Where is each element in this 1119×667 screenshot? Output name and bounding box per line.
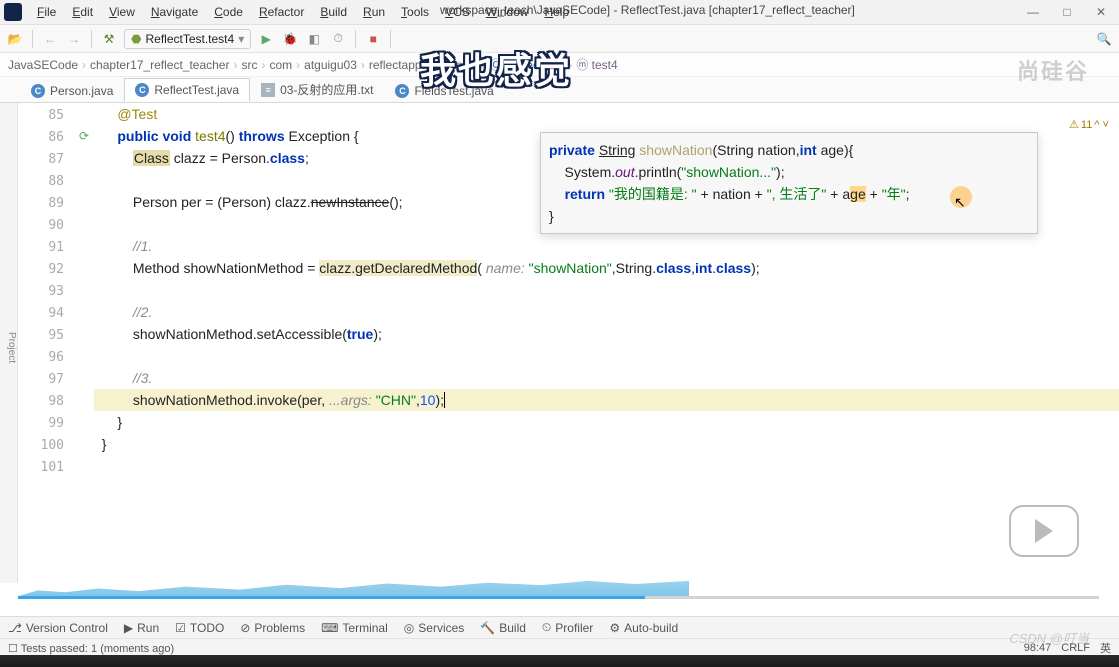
run-gutter-icon[interactable]: ⟳	[79, 129, 89, 143]
tool-problems[interactable]: ⊘ Problems	[240, 621, 305, 635]
tab-reflecttest[interactable]: CReflectTest.java	[124, 78, 250, 102]
status-tests: ☐ Tests passed: 1 (moments ago)	[8, 642, 174, 655]
run-config-label: ReflectTest.test4	[145, 32, 234, 46]
menu-tools[interactable]: Tools	[394, 3, 436, 21]
tool-todo[interactable]: ☑ TODO	[175, 621, 224, 635]
run-config-selector[interactable]: ⬣ ReflectTest.test4 ▾	[124, 29, 251, 49]
profile-button[interactable]: ⏱	[329, 30, 347, 48]
gutter-icons: ⟳	[74, 103, 94, 583]
os-taskbar[interactable]	[0, 655, 1119, 667]
open-icon[interactable]: 📂	[6, 30, 24, 48]
run-button[interactable]: ▶	[257, 30, 275, 48]
play-overlay-icon[interactable]	[1009, 505, 1079, 557]
video-subtitle: 我也感觉	[420, 42, 572, 94]
search-icon[interactable]: 🔍	[1095, 30, 1113, 48]
video-waveform	[18, 560, 689, 598]
tool-services[interactable]: ◎ Services	[404, 621, 465, 635]
bc-3[interactable]: com	[269, 58, 292, 72]
menu-file[interactable]: File	[30, 3, 63, 21]
project-tool-stub[interactable]: Project	[0, 103, 18, 583]
maximize-button[interactable]: □	[1059, 5, 1075, 19]
tool-run[interactable]: ▶ Run	[124, 621, 159, 635]
menu-build[interactable]: Build	[313, 3, 354, 21]
quick-doc-popup: private String showNation(String nation,…	[540, 132, 1038, 234]
menu-refactor[interactable]: Refactor	[252, 3, 311, 21]
tool-terminal[interactable]: ⌨ Terminal	[321, 621, 388, 635]
close-button[interactable]: ✕	[1093, 5, 1109, 19]
cursor-icon: ↖	[954, 194, 966, 211]
tool-build[interactable]: 🔨 Build	[480, 621, 526, 635]
back-button[interactable]: ←	[41, 30, 59, 48]
bc-2[interactable]: src	[241, 58, 257, 72]
menu-navigate[interactable]: Navigate	[144, 3, 205, 21]
status-lang[interactable]: 英	[1100, 640, 1111, 656]
line-gutter: 85868788 89909192 93949596 979899100 101	[18, 103, 74, 583]
csdn-watermark: CSDN @叮当	[1009, 628, 1089, 647]
video-progress[interactable]	[18, 596, 1099, 599]
bottom-toolbar: ⎇ Version Control ▶ Run ☑ TODO ⊘ Problem…	[0, 616, 1119, 638]
menu-run[interactable]: Run	[356, 3, 392, 21]
debug-button[interactable]: 🐞	[281, 30, 299, 48]
window-title-path: workspace_teach\JavaSECode] - ReflectTes…	[440, 3, 855, 17]
bc-8[interactable]: ⓜ test4	[576, 56, 617, 73]
coverage-button[interactable]: ◧	[305, 30, 323, 48]
bc-4[interactable]: atguigu03	[304, 58, 357, 72]
bc-1[interactable]: chapter17_reflect_teacher	[90, 58, 229, 72]
menu-view[interactable]: View	[102, 3, 142, 21]
menu-code[interactable]: Code	[207, 3, 250, 21]
tab-person[interactable]: CPerson.java	[20, 79, 124, 102]
tool-profiler[interactable]: ⏲ Profiler	[542, 620, 593, 635]
hammer-icon[interactable]: ⚒	[100, 30, 118, 48]
menu-edit[interactable]: Edit	[65, 3, 100, 21]
minimize-button[interactable]: —	[1025, 5, 1041, 19]
inspections-badge[interactable]: ⚠ 11 ^ ˅	[1069, 118, 1109, 131]
stop-button[interactable]: ■	[364, 30, 382, 48]
forward-button[interactable]: →	[65, 30, 83, 48]
bc-0[interactable]: JavaSECode	[8, 58, 78, 72]
app-logo	[4, 3, 22, 21]
brand-watermark: 尚硅谷	[1017, 54, 1089, 86]
tool-autobuild[interactable]: ⚙ Auto-build	[609, 621, 678, 635]
tool-vcs[interactable]: ⎇ Version Control	[8, 621, 108, 635]
tab-txt[interactable]: ≡03-反射的应用.txt	[250, 76, 384, 102]
